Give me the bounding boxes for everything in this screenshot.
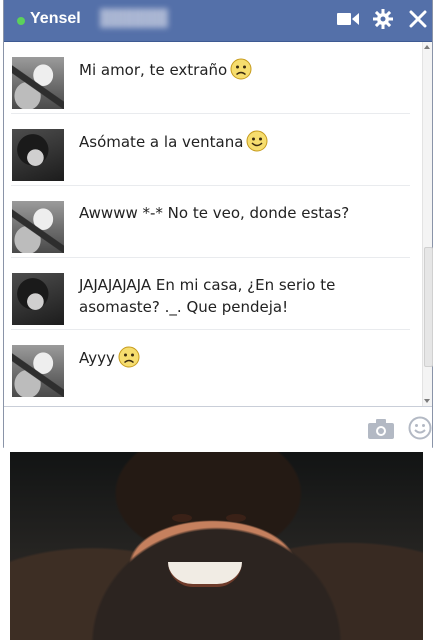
sender-avatar[interactable]: [12, 129, 64, 181]
scroll-down-arrow-icon[interactable]: [424, 399, 430, 403]
message-text: Mi amor, te extraño: [79, 61, 228, 79]
contact-name[interactable]: Yensel: [30, 10, 81, 28]
message-row: JAJAJAJAJA En mi casa, ¿En serio te asom…: [4, 258, 410, 330]
blurred-surname: ██████: [100, 10, 169, 27]
message-list[interactable]: Mi amor, te extraño Asómate a la ventana…: [4, 42, 420, 406]
smile-face-icon: [246, 130, 268, 152]
scroll-up-arrow-icon[interactable]: [424, 45, 430, 49]
sender-avatar[interactable]: [12, 273, 64, 325]
online-status-icon: [17, 17, 25, 25]
message-bubble: Asómate a la ventana: [79, 130, 409, 153]
message-composer: [4, 406, 432, 448]
camera-icon[interactable]: [368, 419, 394, 443]
message-bubble: Awwww *-* No te veo, donde estas?: [79, 202, 409, 224]
emoji-icon[interactable]: [408, 416, 432, 444]
message-scrollbar[interactable]: [422, 42, 433, 406]
photo-smile: [168, 562, 242, 587]
message-text: Asómate a la ventana: [79, 133, 244, 151]
close-icon[interactable]: [409, 10, 427, 32]
message-text: Ayyy: [79, 349, 115, 367]
message-bubble: JAJAJAJAJA En mi casa, ¿En serio te asom…: [79, 274, 409, 318]
reaction-photo: [10, 452, 423, 640]
sad-face-icon: [230, 58, 252, 80]
sender-avatar[interactable]: [12, 345, 64, 397]
message-row: Ayyy: [4, 330, 410, 402]
sender-avatar[interactable]: [12, 57, 64, 109]
message-row: Asómate a la ventana: [4, 114, 410, 186]
message-bubble: Ayyy: [79, 346, 409, 369]
chat-header[interactable]: Yensel ██████: [4, 0, 432, 42]
message-text: JAJAJAJAJA En mi casa, ¿En serio te asom…: [79, 276, 336, 316]
message-row: Mi amor, te extraño: [4, 42, 410, 114]
scroll-thumb[interactable]: [424, 247, 433, 367]
message-text: Awwww *-* No te veo, donde estas?: [79, 204, 350, 222]
photo-eye: [172, 514, 192, 522]
chat-window: Yensel ██████ Mi amor, te extraño Asómat…: [3, 0, 433, 448]
video-camera-icon[interactable]: [337, 11, 359, 31]
message-bubble: Mi amor, te extraño: [79, 58, 409, 81]
sad-face-icon: [118, 346, 140, 368]
gear-icon[interactable]: [373, 9, 393, 33]
message-input[interactable]: [10, 413, 354, 441]
photo-eye: [226, 514, 246, 522]
message-row: Awwww *-* No te veo, donde estas?: [4, 186, 410, 258]
sender-avatar[interactable]: [12, 201, 64, 253]
